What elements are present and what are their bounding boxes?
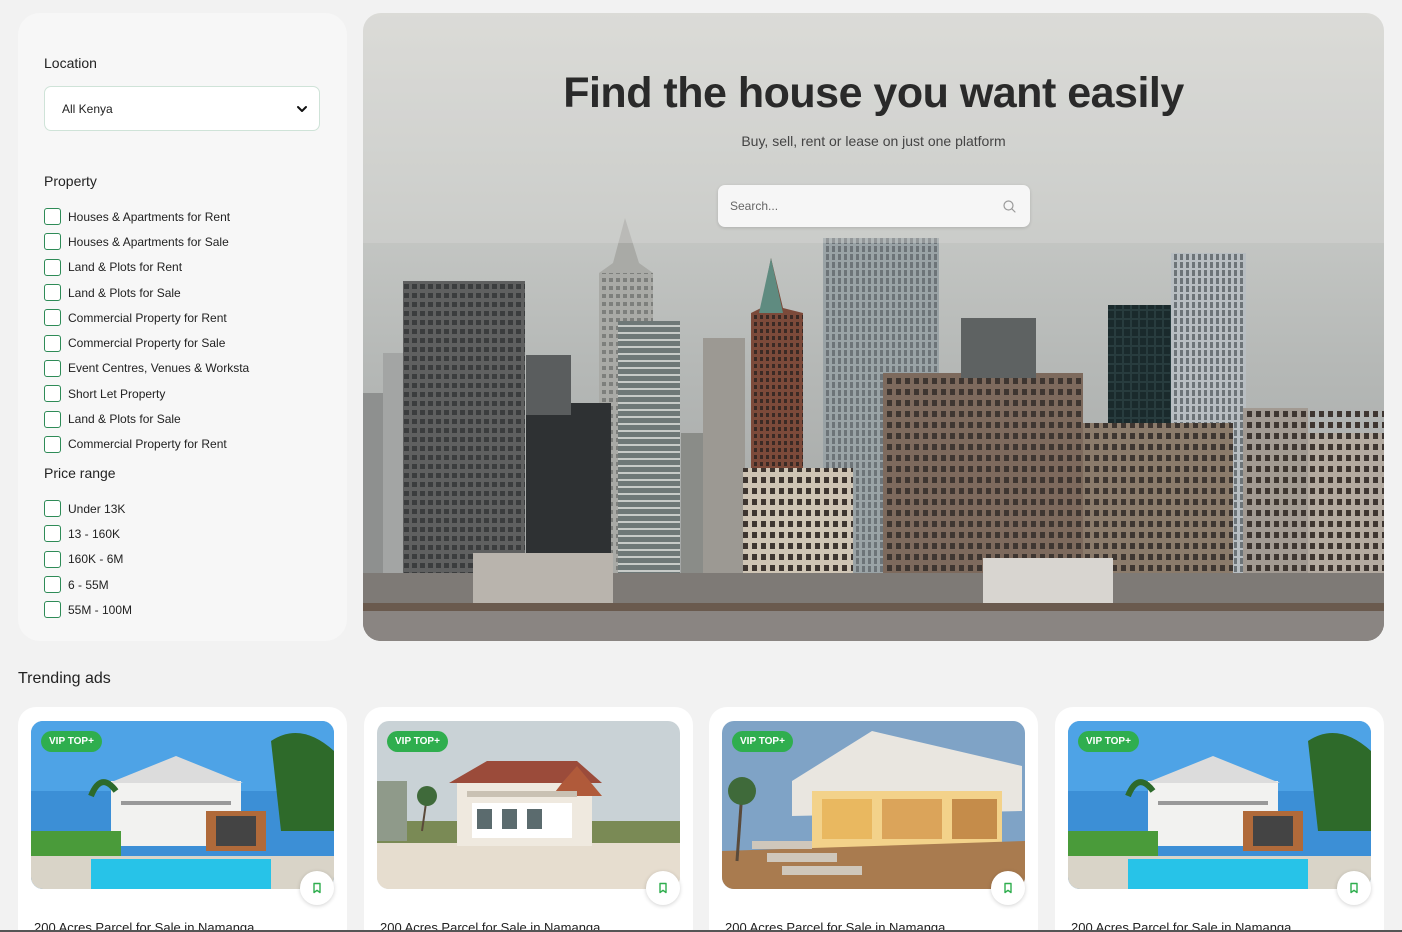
hero-title: Find the house you want easily [563,69,1184,117]
property-label: Property [44,173,97,189]
chevron-down-icon [297,105,307,112]
price-option[interactable]: 6 - 55M [44,572,132,597]
price-option[interactable]: 160K - 6M [44,547,132,572]
price-filter-list: Under 13K 13 - 160K 160K - 6M 6 - 55M 55… [44,496,132,622]
checkbox[interactable] [44,309,61,327]
option-label: Short Let Property [68,386,166,401]
option-label: 160K - 6M [68,552,124,567]
option-label: Under 13K [68,501,126,516]
option-label: Land & Plots for Sale [68,412,181,427]
ad-image[interactable]: VIP TOP+ [722,721,1025,889]
checkbox[interactable] [44,601,61,619]
ad-image[interactable]: VIP TOP+ [1068,721,1371,889]
ad-card[interactable]: VIP TOP+ 200 Acres Parcel for Sale in Na… [18,707,347,932]
ad-image[interactable]: VIP TOP+ [31,721,334,889]
option-label: 13 - 160K [68,526,121,541]
checkbox[interactable] [44,410,61,428]
property-option[interactable]: Land & Plots for Rent [44,255,249,280]
location-select-value: All Kenya [62,101,113,116]
checkbox[interactable] [44,500,61,518]
bookmark-icon [1004,882,1012,894]
bookmark-button[interactable] [1337,871,1371,905]
property-option[interactable]: Commercial Property for Rent [44,305,249,330]
option-label: Houses & Apartments for Sale [68,234,229,249]
price-option[interactable]: Under 13K [44,496,132,521]
vip-badge: VIP TOP+ [387,731,448,752]
option-label: Event Centres, Venues & Worksta [68,361,250,376]
checkbox[interactable] [44,435,61,453]
ad-card[interactable]: VIP TOP+ 200 Acres Parcel for Sale in Na… [364,707,693,932]
property-option[interactable]: Land & Plots for Sale [44,406,249,431]
hero-subtitle: Buy, sell, rent or lease on just one pla… [741,133,1006,149]
ad-card[interactable]: VIP TOP+ 200 Acres Parcel for Sale in Na… [709,707,1038,932]
vip-badge: VIP TOP+ [732,731,793,752]
location-label: Location [44,55,97,71]
bookmark-icon [1350,882,1358,894]
property-option[interactable]: Commercial Property for Sale [44,330,249,355]
property-option[interactable]: Commercial Property for Rent [44,432,249,457]
bookmark-icon [313,882,321,894]
vip-badge: VIP TOP+ [41,731,102,752]
option-label: Commercial Property for Sale [68,336,226,351]
checkbox[interactable] [44,550,61,568]
trending-ads-title: Trending ads [18,670,111,687]
hero-banner: Find the house you want easily Buy, sell… [363,13,1384,641]
location-select[interactable]: All Kenya [44,86,320,131]
option-label: 55M - 100M [68,602,133,617]
vip-badge: VIP TOP+ [1078,731,1139,752]
search-icon[interactable] [1003,199,1016,213]
search-input[interactable] [730,199,970,213]
checkbox[interactable] [44,284,61,302]
bookmark-icon [659,882,667,894]
property-option[interactable]: Event Centres, Venues & Worksta [44,356,249,381]
property-option[interactable]: Land & Plots for Sale [44,280,249,305]
option-label: Houses & Apartments for Rent [68,209,231,224]
property-option[interactable]: Houses & Apartments for Rent [44,204,249,229]
property-option[interactable]: Houses & Apartments for Sale [44,229,249,254]
checkbox[interactable] [44,334,61,352]
price-option[interactable]: 55M - 100M [44,597,132,622]
property-filter-list: Houses & Apartments for Rent Houses & Ap… [44,204,249,457]
checkbox[interactable] [44,258,61,276]
search-bar[interactable] [718,185,1030,227]
option-label: Commercial Property for Rent [68,437,227,452]
checkbox[interactable] [44,208,61,226]
checkbox[interactable] [44,359,61,377]
bookmark-button[interactable] [991,871,1025,905]
checkbox[interactable] [44,233,61,251]
filter-sidebar: Location All Kenya Property Houses & Apa… [18,13,347,641]
property-option[interactable]: Short Let Property [44,381,249,406]
checkbox[interactable] [44,576,61,594]
price-option[interactable]: 13 - 160K [44,521,132,546]
checkbox[interactable] [44,385,61,403]
option-label: 6 - 55M [68,577,109,592]
option-label: Land & Plots for Rent [68,260,183,275]
price-range-label: Price range [44,465,116,481]
ad-image[interactable]: VIP TOP+ [377,721,680,889]
option-label: Land & Plots for Sale [68,285,181,300]
checkbox[interactable] [44,525,61,543]
bookmark-button[interactable] [300,871,334,905]
ad-card[interactable]: VIP TOP+ 200 Acres Parcel for Sale in Na… [1055,707,1384,932]
option-label: Commercial Property for Rent [68,310,227,325]
bookmark-button[interactable] [646,871,680,905]
